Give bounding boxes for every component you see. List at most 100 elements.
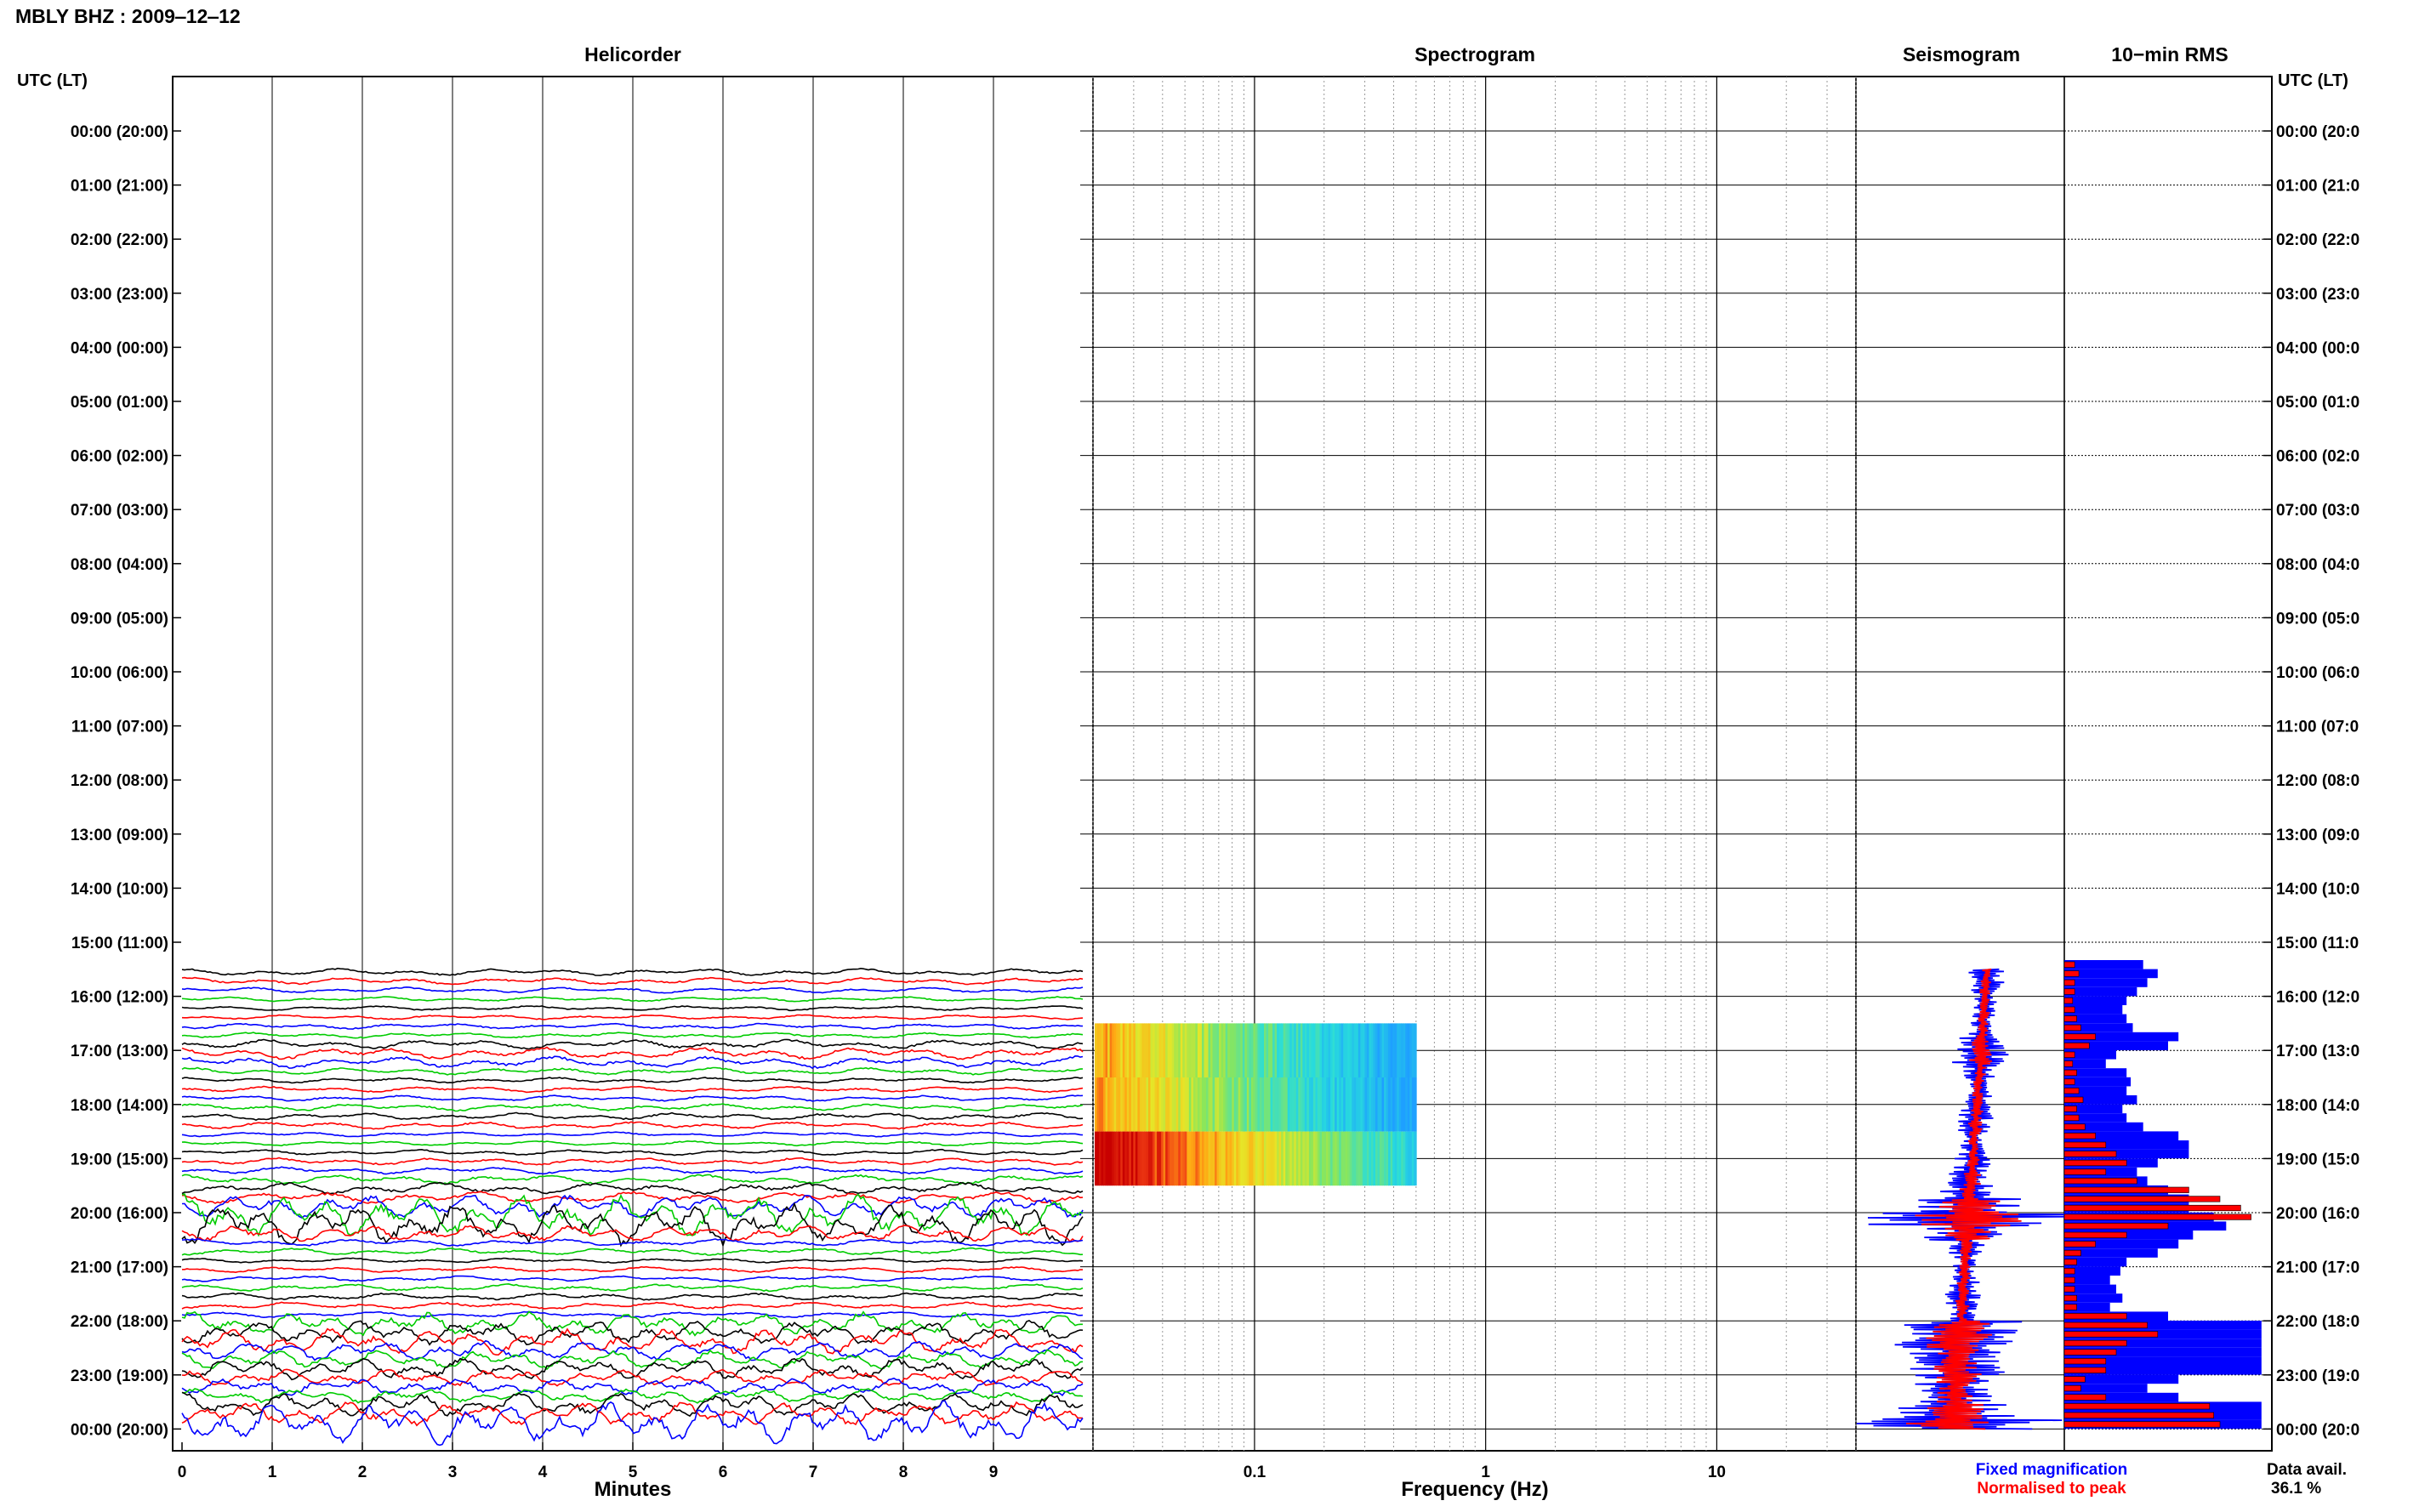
left-hour-label: 15:00 (11:00): [71, 935, 168, 952]
right-hour-label: 23:00 (19:0: [2276, 1367, 2359, 1385]
frequency-tick-label: 10: [1708, 1464, 1726, 1481]
right-hour-label: 18:00 (14:0: [2276, 1097, 2359, 1115]
minute-tick-label: 3: [448, 1464, 458, 1481]
right-hour-label: 16:00 (12:0: [2276, 989, 2359, 1007]
minute-tick-label: 9: [989, 1464, 999, 1481]
axis-labels: 00:00 (20:00) 00:00 (20:0 01:00 (21:00) 01:…: [71, 123, 2359, 1481]
rms-normalised-bar: [2063, 1051, 2075, 1058]
minute-tick-label: 7: [809, 1464, 818, 1481]
frequency-axis-label: Frequency (Hz): [1401, 1478, 1548, 1501]
rms-normalised-bar: [2063, 1141, 2107, 1148]
right-hour-label: 15:00 (11:0: [2276, 935, 2359, 952]
rms-normalised-bar: [2063, 1231, 2127, 1238]
rms-normalised-bar: [2063, 1331, 2159, 1338]
right-hour-label: 20:00 (16:0: [2276, 1205, 2359, 1223]
rms-fixed-bar: [2064, 960, 2143, 969]
minute-tick-label: 4: [538, 1464, 548, 1481]
left-hour-label: 18:00 (14:00): [71, 1097, 168, 1115]
spectrogram-panel-title: Spectrogram: [1414, 43, 1535, 65]
left-hour-label: 17:00 (13:00): [71, 1043, 168, 1060]
rms-normalised-bar: [2063, 1204, 2241, 1212]
rms-normalised-bar: [2063, 1024, 2081, 1032]
rms-normalised-bar: [2063, 1259, 2077, 1265]
rms-normalised-bar: [2063, 1078, 2075, 1085]
rms-normalised-bar: [2063, 1249, 2081, 1257]
rms-fixed-bar: [2064, 978, 2148, 987]
left-hour-label: 05:00 (01:00): [71, 394, 168, 412]
left-hour-label: 09:00 (05:00): [71, 610, 168, 628]
rms-normalised-bar: [2063, 1015, 2077, 1022]
helicorder-figure: MBLY BHZ : 2009‒12‒12 Helicorder Spectro…: [15, 5, 2359, 1501]
left-hour-label: 04:00 (00:00): [71, 339, 168, 357]
rms-normalised-bar: [2063, 1384, 2081, 1392]
left-hour-label: 06:00 (02:00): [71, 448, 168, 466]
legend-normalised-to-peak: Normalised to peak: [1977, 1480, 2126, 1498]
rms-normalised-bar: [2063, 1043, 2090, 1049]
rms-fixed-bar: [2064, 996, 2127, 1005]
left-hour-label: 23:00 (19:00): [71, 1367, 168, 1385]
right-hour-label: 22:00 (18:0: [2276, 1313, 2359, 1331]
minute-tick-label: 1: [268, 1464, 277, 1481]
rms-normalised-bar: [2063, 1223, 2169, 1230]
left-hour-label: 16:00 (12:00): [71, 989, 168, 1007]
right-hour-label: 07:00 (03:0: [2276, 502, 2359, 520]
minute-tick-label: 2: [358, 1464, 367, 1481]
right-hour-label: 19:00 (15:0: [2276, 1151, 2359, 1168]
left-hour-label: 21:00 (17:00): [71, 1259, 168, 1277]
rms-fixed-bar: [2064, 986, 2137, 997]
right-hour-label: 14:00 (10:0: [2276, 880, 2359, 898]
right-hour-label: 03:00 (23:0: [2276, 286, 2359, 304]
left-hour-label: 08:00 (04:00): [71, 556, 168, 574]
seismogram-panel-title: Seismogram: [1903, 43, 2020, 65]
right-hour-label: 00:00 (20:0: [2276, 123, 2359, 141]
rms-normalised-bar: [2063, 1096, 2084, 1103]
right-hour-label: 08:00 (04:0: [2276, 556, 2359, 574]
data-availability-value: 36.1 %: [2271, 1480, 2321, 1498]
right-hour-label: 05:00 (01:0: [2276, 394, 2359, 412]
minute-tick-label: 5: [629, 1464, 638, 1481]
right-hour-label: 12:00 (08:0: [2276, 772, 2359, 790]
right-hour-label: 04:00 (00:0: [2276, 339, 2359, 357]
panel-frames: [172, 76, 2273, 1452]
rms-normalised-bar: [2063, 1069, 2077, 1077]
left-axis-title: UTC (LT): [17, 71, 88, 90]
rms-normalised-bar: [2063, 1376, 2086, 1383]
rms-normalised-bar: [2063, 1421, 2221, 1428]
rms-normalised-bar: [2063, 1276, 2075, 1283]
helicorder-panel-title: Helicorder: [584, 43, 681, 65]
rms-normalised-bar: [2063, 979, 2075, 986]
rms-normalised-bar: [2063, 1133, 2096, 1140]
right-axis-title: UTC (LT): [2278, 71, 2348, 90]
right-hour-label: 01:00 (21:0: [2276, 178, 2359, 196]
rms-normalised-bar: [2063, 961, 2075, 968]
rms-normalised-bar: [2063, 1151, 2117, 1157]
rms-normalised-bar: [2063, 1367, 2107, 1373]
spectrogram-cell: [1414, 1077, 1417, 1132]
right-hour-label: 00:00 (20:0: [2276, 1421, 2359, 1439]
frequency-tick-label: 1: [1481, 1464, 1490, 1481]
rms-panel-title: 10−min RMS: [2111, 43, 2228, 65]
left-hour-label: 22:00 (18:00): [71, 1313, 168, 1331]
frequency-tick-label: 0.1: [1244, 1464, 1266, 1481]
rms-normalised-bar: [2063, 1394, 2107, 1401]
rms-normalised-bar: [2063, 1033, 2096, 1040]
right-hour-label: 21:00 (17:0: [2276, 1259, 2359, 1277]
figure-title: MBLY BHZ : 2009‒12‒12: [15, 5, 241, 27]
minute-tick-label: 8: [899, 1464, 908, 1481]
rms-normalised-bar: [2063, 1294, 2077, 1302]
left-hour-label: 12:00 (08:00): [71, 772, 168, 790]
minutes-axis-label: Minutes: [595, 1478, 672, 1501]
legend-fixed-magnification: Fixed magnification: [1976, 1461, 2127, 1479]
rms-normalised-bar: [2063, 1178, 2137, 1185]
left-hour-label: 19:00 (15:00): [71, 1151, 168, 1168]
plot-data: [181, 960, 2262, 1447]
rms-normalised-bar: [2063, 1286, 2075, 1293]
left-hour-label: 20:00 (16:00): [71, 1205, 168, 1223]
rms-normalised-bar: [2063, 1186, 2189, 1193]
right-hour-label: 09:00 (05:0: [2276, 610, 2359, 628]
rms-normalised-bar: [2063, 1313, 2127, 1320]
data-availability-label: Data avail.: [2267, 1461, 2347, 1479]
left-hour-label: 07:00 (03:00): [71, 502, 168, 520]
rms-normalised-bar: [2063, 1106, 2077, 1112]
minute-tick-label: 6: [719, 1464, 728, 1481]
